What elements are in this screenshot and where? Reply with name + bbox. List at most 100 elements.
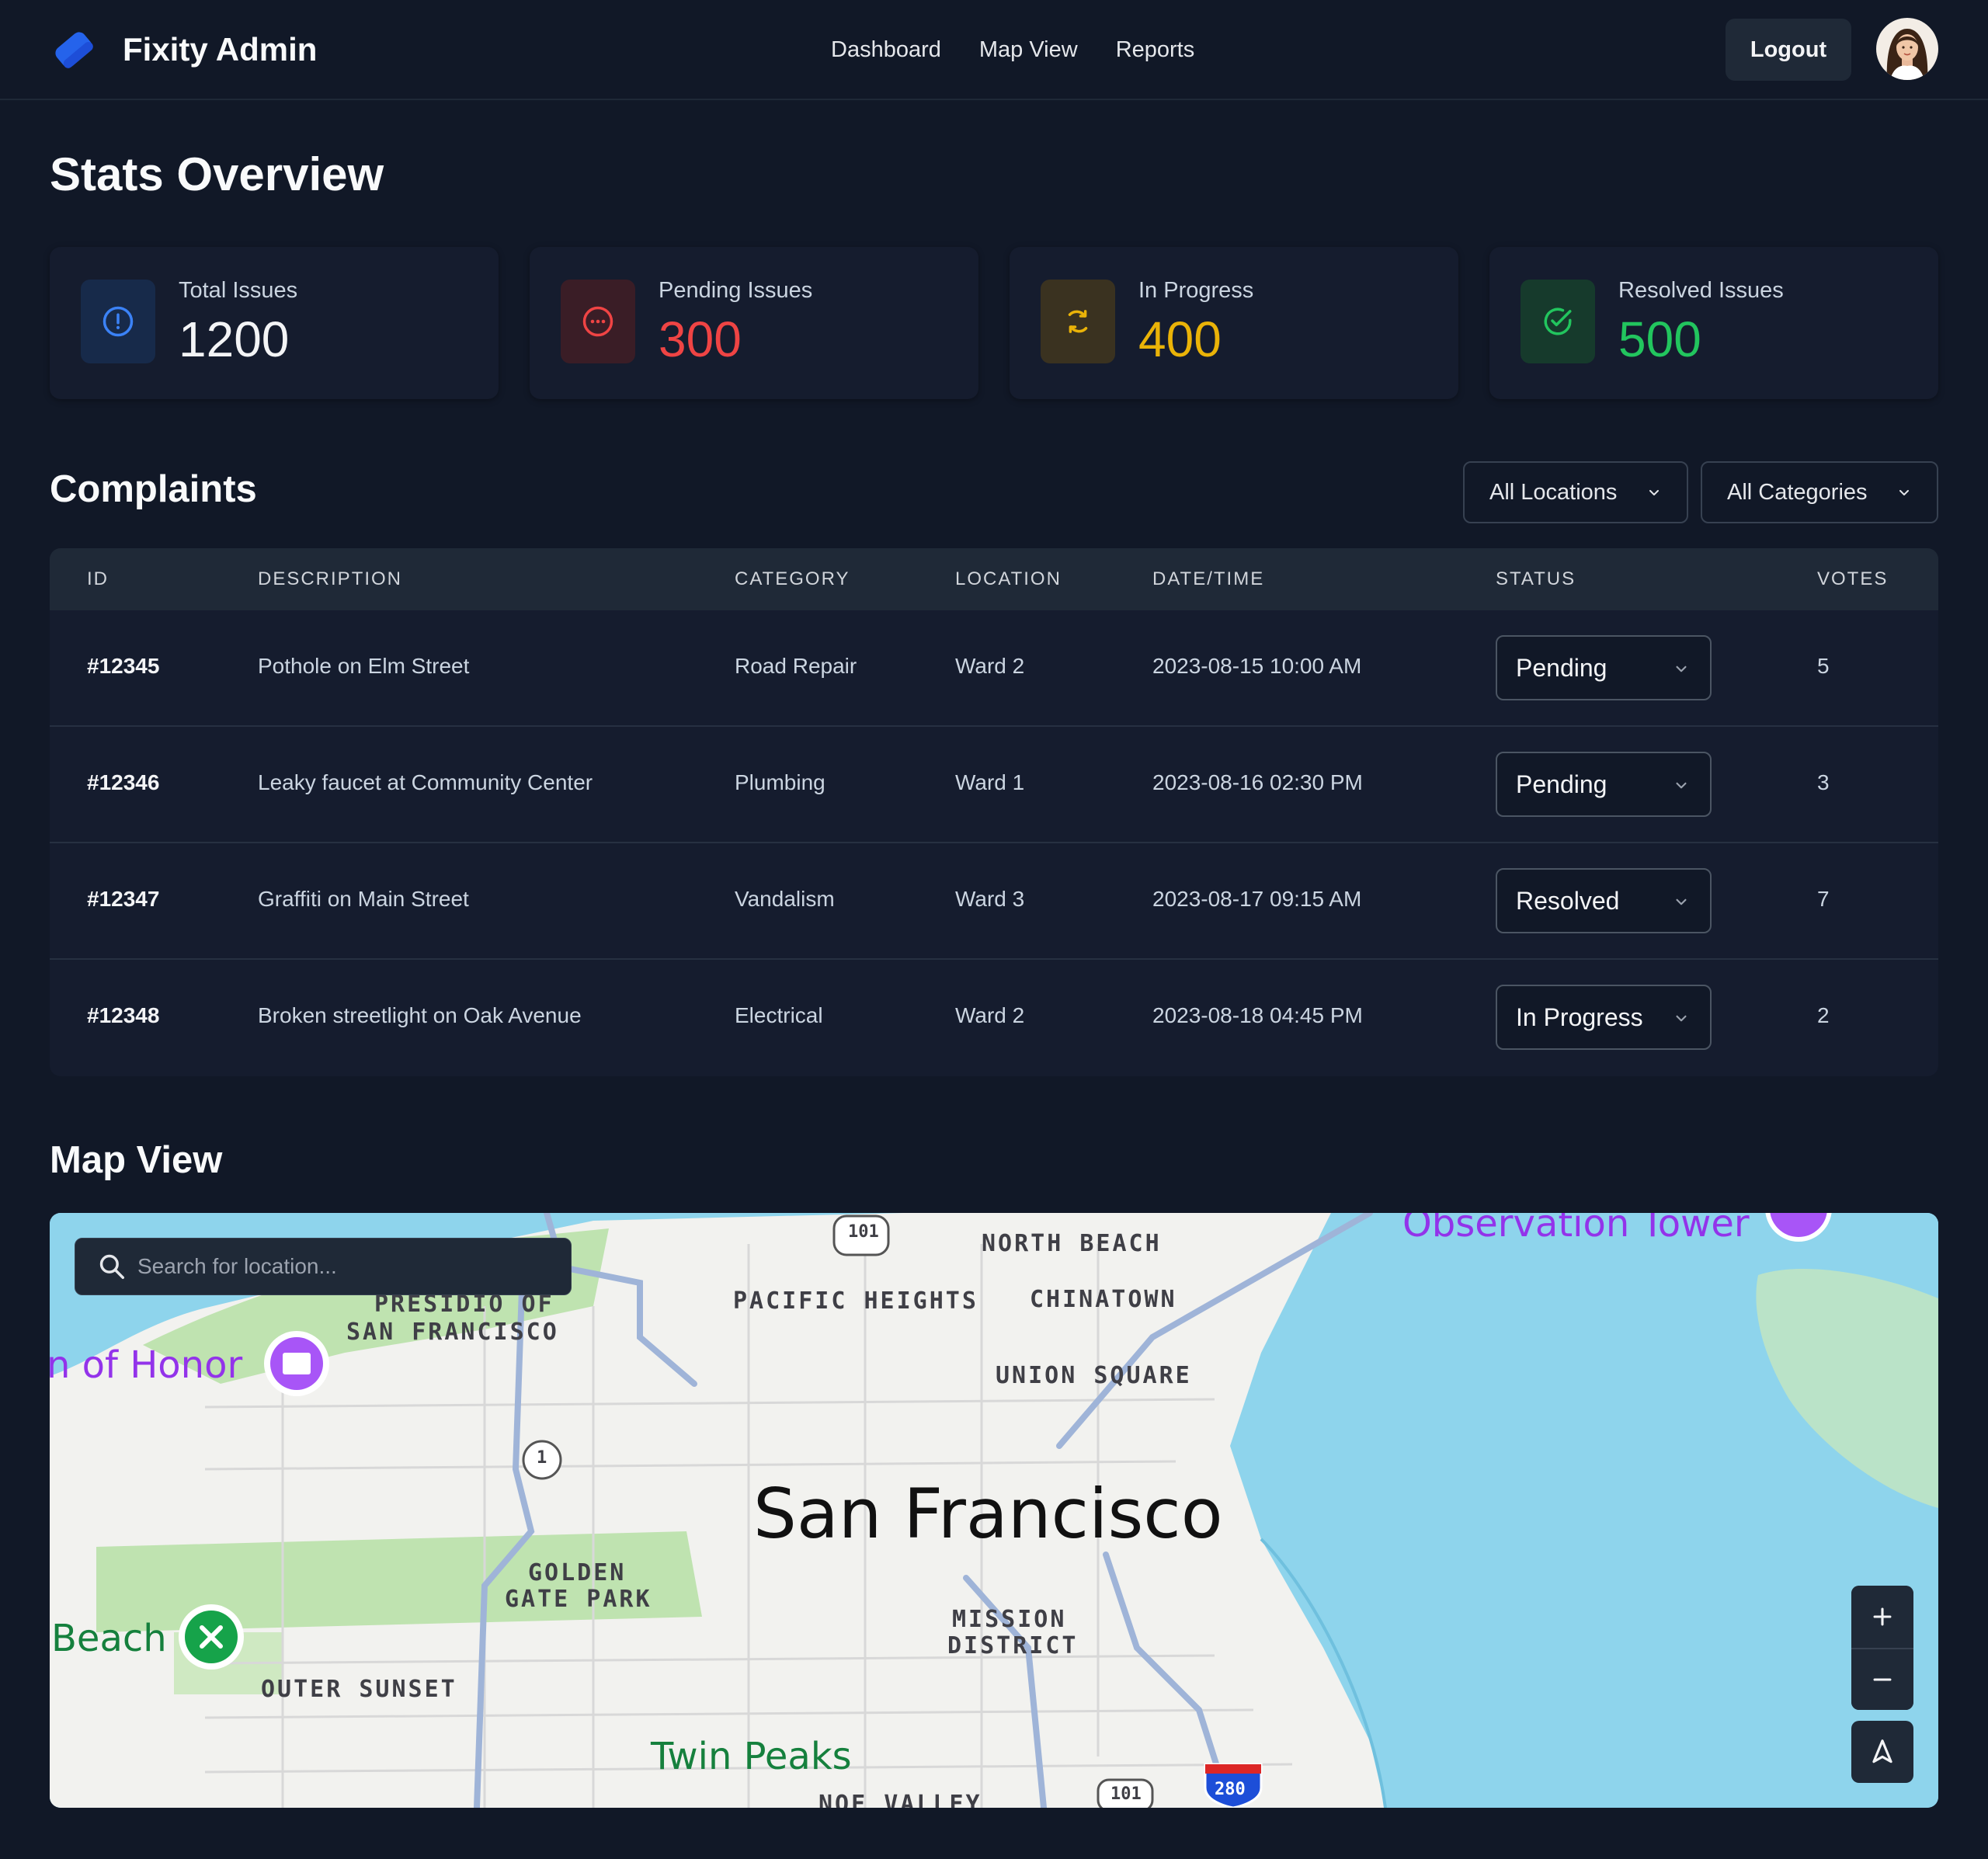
chevron-down-icon bbox=[1676, 898, 1687, 905]
status-value: Pending bbox=[1516, 653, 1607, 682]
status-value: In Progress bbox=[1516, 1002, 1643, 1031]
shield-label-i280: 280 bbox=[1215, 1780, 1246, 1799]
complaint-location: Ward 2 bbox=[955, 654, 1025, 678]
location-filter-value: All Locations bbox=[1489, 479, 1618, 505]
shield-label-ca1: 1 bbox=[537, 1448, 547, 1468]
map-label-noe-valley: NOE VALLEY bbox=[818, 1791, 982, 1808]
table-row[interactable]: #12347 Graffiti on Main Street Vandalism… bbox=[50, 843, 1938, 960]
stat-card-resolved: Resolved Issues 500 bbox=[1489, 247, 1938, 399]
stats-overview-title: Stats Overview bbox=[50, 148, 384, 200]
table-header: ID DESCRIPTION CATEGORY LOCATION DATE/TI… bbox=[50, 548, 1938, 610]
poi-label-observation-tower[interactable]: Observation Tower bbox=[1402, 1213, 1750, 1246]
user-avatar[interactable] bbox=[1876, 18, 1938, 80]
category-filter-select[interactable]: All Categories bbox=[1701, 461, 1938, 523]
app-title: Fixity Admin bbox=[123, 31, 318, 68]
location-filter-select[interactable]: All Locations bbox=[1463, 461, 1688, 523]
shield-label-us101-top: 101 bbox=[848, 1222, 879, 1242]
column-header-votes[interactable]: VOTES bbox=[1817, 568, 1888, 590]
alert-circle-icon bbox=[103, 306, 134, 337]
brand[interactable]: Fixity Admin bbox=[50, 26, 317, 73]
table-row[interactable]: #12348 Broken streetlight on Oak Avenue … bbox=[50, 960, 1938, 1076]
column-header-location[interactable]: LOCATION bbox=[955, 568, 1062, 590]
complaint-votes: 2 bbox=[1817, 1003, 1830, 1027]
search-icon bbox=[99, 1254, 124, 1279]
complaint-category: Plumbing bbox=[735, 770, 825, 794]
complaint-id: #12347 bbox=[87, 887, 160, 911]
chevron-down-icon bbox=[1676, 782, 1687, 789]
stat-card-total: Total Issues 1200 bbox=[50, 247, 499, 399]
plus-icon bbox=[1873, 1607, 1892, 1626]
status-select[interactable]: Pending bbox=[1496, 635, 1712, 700]
complaint-votes: 5 bbox=[1817, 654, 1830, 678]
nav-map-view[interactable]: Map View bbox=[979, 31, 1078, 68]
complaint-description: Graffiti on Main Street bbox=[258, 887, 469, 911]
map-container[interactable]: NORTH BEACH PACIFIC HEIGHTS CHINATOWN PR… bbox=[50, 1213, 1938, 1808]
complaint-location: Ward 1 bbox=[955, 770, 1025, 794]
map-label-mission-line2: DISTRICT bbox=[947, 1632, 1079, 1659]
chevron-down-icon bbox=[1649, 490, 1659, 495]
column-header-status[interactable]: STATUS bbox=[1496, 568, 1576, 590]
zoom-out-button[interactable] bbox=[1851, 1648, 1913, 1710]
category-filter-value: All Categories bbox=[1727, 479, 1868, 505]
shield-label-us101-bottom: 101 bbox=[1110, 1784, 1142, 1804]
map-label-pacific-heights: PACIFIC HEIGHTS bbox=[733, 1287, 978, 1315]
column-header-datetime[interactable]: DATE/TIME bbox=[1152, 568, 1264, 590]
stat-label: Total Issues bbox=[179, 278, 298, 303]
complaint-description: Broken streetlight on Oak Avenue bbox=[258, 1003, 582, 1027]
map-zoom-controls bbox=[1851, 1586, 1913, 1710]
avatar-image bbox=[1876, 18, 1938, 80]
chevron-down-icon bbox=[1899, 490, 1909, 495]
stat-card-pending: Pending Issues 300 bbox=[530, 247, 978, 399]
navigation-arrow-icon bbox=[1872, 1739, 1892, 1763]
status-value: Resolved bbox=[1516, 886, 1620, 915]
map-label-mission-line1: MISSION bbox=[952, 1606, 1067, 1633]
status-select[interactable]: In Progress bbox=[1496, 985, 1712, 1050]
complaint-datetime: 2023-08-18 04:45 PM bbox=[1152, 1003, 1363, 1027]
stat-value: 500 bbox=[1618, 311, 1701, 367]
map-label-chinatown: CHINATOWN bbox=[1030, 1286, 1177, 1313]
chevron-down-icon bbox=[1676, 1015, 1687, 1022]
poi-label-legion-of-honor[interactable]: n of Honor bbox=[50, 1343, 242, 1387]
stat-label: Pending Issues bbox=[659, 278, 813, 303]
zoom-in-button[interactable] bbox=[1851, 1586, 1913, 1648]
poi-label-twin-peaks[interactable]: Twin Peaks bbox=[651, 1735, 852, 1778]
column-header-category[interactable]: CATEGORY bbox=[735, 568, 850, 590]
complaint-description: Pothole on Elm Street bbox=[258, 654, 470, 678]
map-label-city: San Francisco bbox=[753, 1474, 1223, 1554]
map-search-bar[interactable] bbox=[75, 1238, 572, 1295]
complaint-location: Ward 2 bbox=[955, 1003, 1025, 1027]
complaints-table: ID DESCRIPTION CATEGORY LOCATION DATE/TI… bbox=[50, 548, 1938, 1076]
map-label-golden-gate-line1: GOLDEN bbox=[528, 1559, 627, 1586]
poi-label-beach[interactable]: Beach bbox=[51, 1617, 167, 1660]
nav-dashboard[interactable]: Dashboard bbox=[831, 31, 941, 68]
stat-icon-box bbox=[81, 280, 155, 363]
complaint-id: #12348 bbox=[87, 1003, 160, 1027]
app-logo-icon bbox=[55, 32, 93, 68]
complaint-votes: 7 bbox=[1817, 887, 1830, 911]
complaint-category: Road Repair bbox=[735, 654, 857, 678]
column-header-id[interactable]: ID bbox=[87, 568, 109, 590]
map-label-outer-sunset: OUTER SUNSET bbox=[261, 1676, 457, 1703]
map-search-input[interactable] bbox=[137, 1254, 557, 1279]
stat-icon-box bbox=[561, 280, 635, 363]
logout-button[interactable]: Logout bbox=[1726, 19, 1851, 81]
map-label-golden-gate-line2: GATE PARK bbox=[505, 1586, 652, 1613]
my-location-button[interactable] bbox=[1851, 1721, 1913, 1783]
table-row[interactable]: #12345 Pothole on Elm Street Road Repair… bbox=[50, 610, 1938, 727]
status-select[interactable]: Resolved bbox=[1496, 868, 1712, 933]
complaint-id: #12346 bbox=[87, 770, 160, 794]
status-select[interactable]: Pending bbox=[1496, 752, 1712, 817]
check-circle-icon bbox=[1544, 308, 1572, 335]
column-header-description[interactable]: DESCRIPTION bbox=[258, 568, 402, 590]
complaint-datetime: 2023-08-16 02:30 PM bbox=[1152, 770, 1363, 794]
nav-reports[interactable]: Reports bbox=[1116, 31, 1195, 68]
stat-label: Resolved Issues bbox=[1618, 278, 1784, 303]
more-horizontal-circle-icon bbox=[582, 306, 613, 337]
stat-value: 1200 bbox=[179, 311, 290, 367]
complaint-category: Electrical bbox=[735, 1003, 823, 1027]
map-label-presidio-line2: SAN FRANCISCO bbox=[346, 1319, 559, 1346]
table-row[interactable]: #12346 Leaky faucet at Community Center … bbox=[50, 727, 1938, 843]
complaint-datetime: 2023-08-17 09:15 AM bbox=[1152, 887, 1362, 911]
map-view-title: Map View bbox=[50, 1139, 223, 1181]
stat-value: 400 bbox=[1138, 311, 1222, 367]
